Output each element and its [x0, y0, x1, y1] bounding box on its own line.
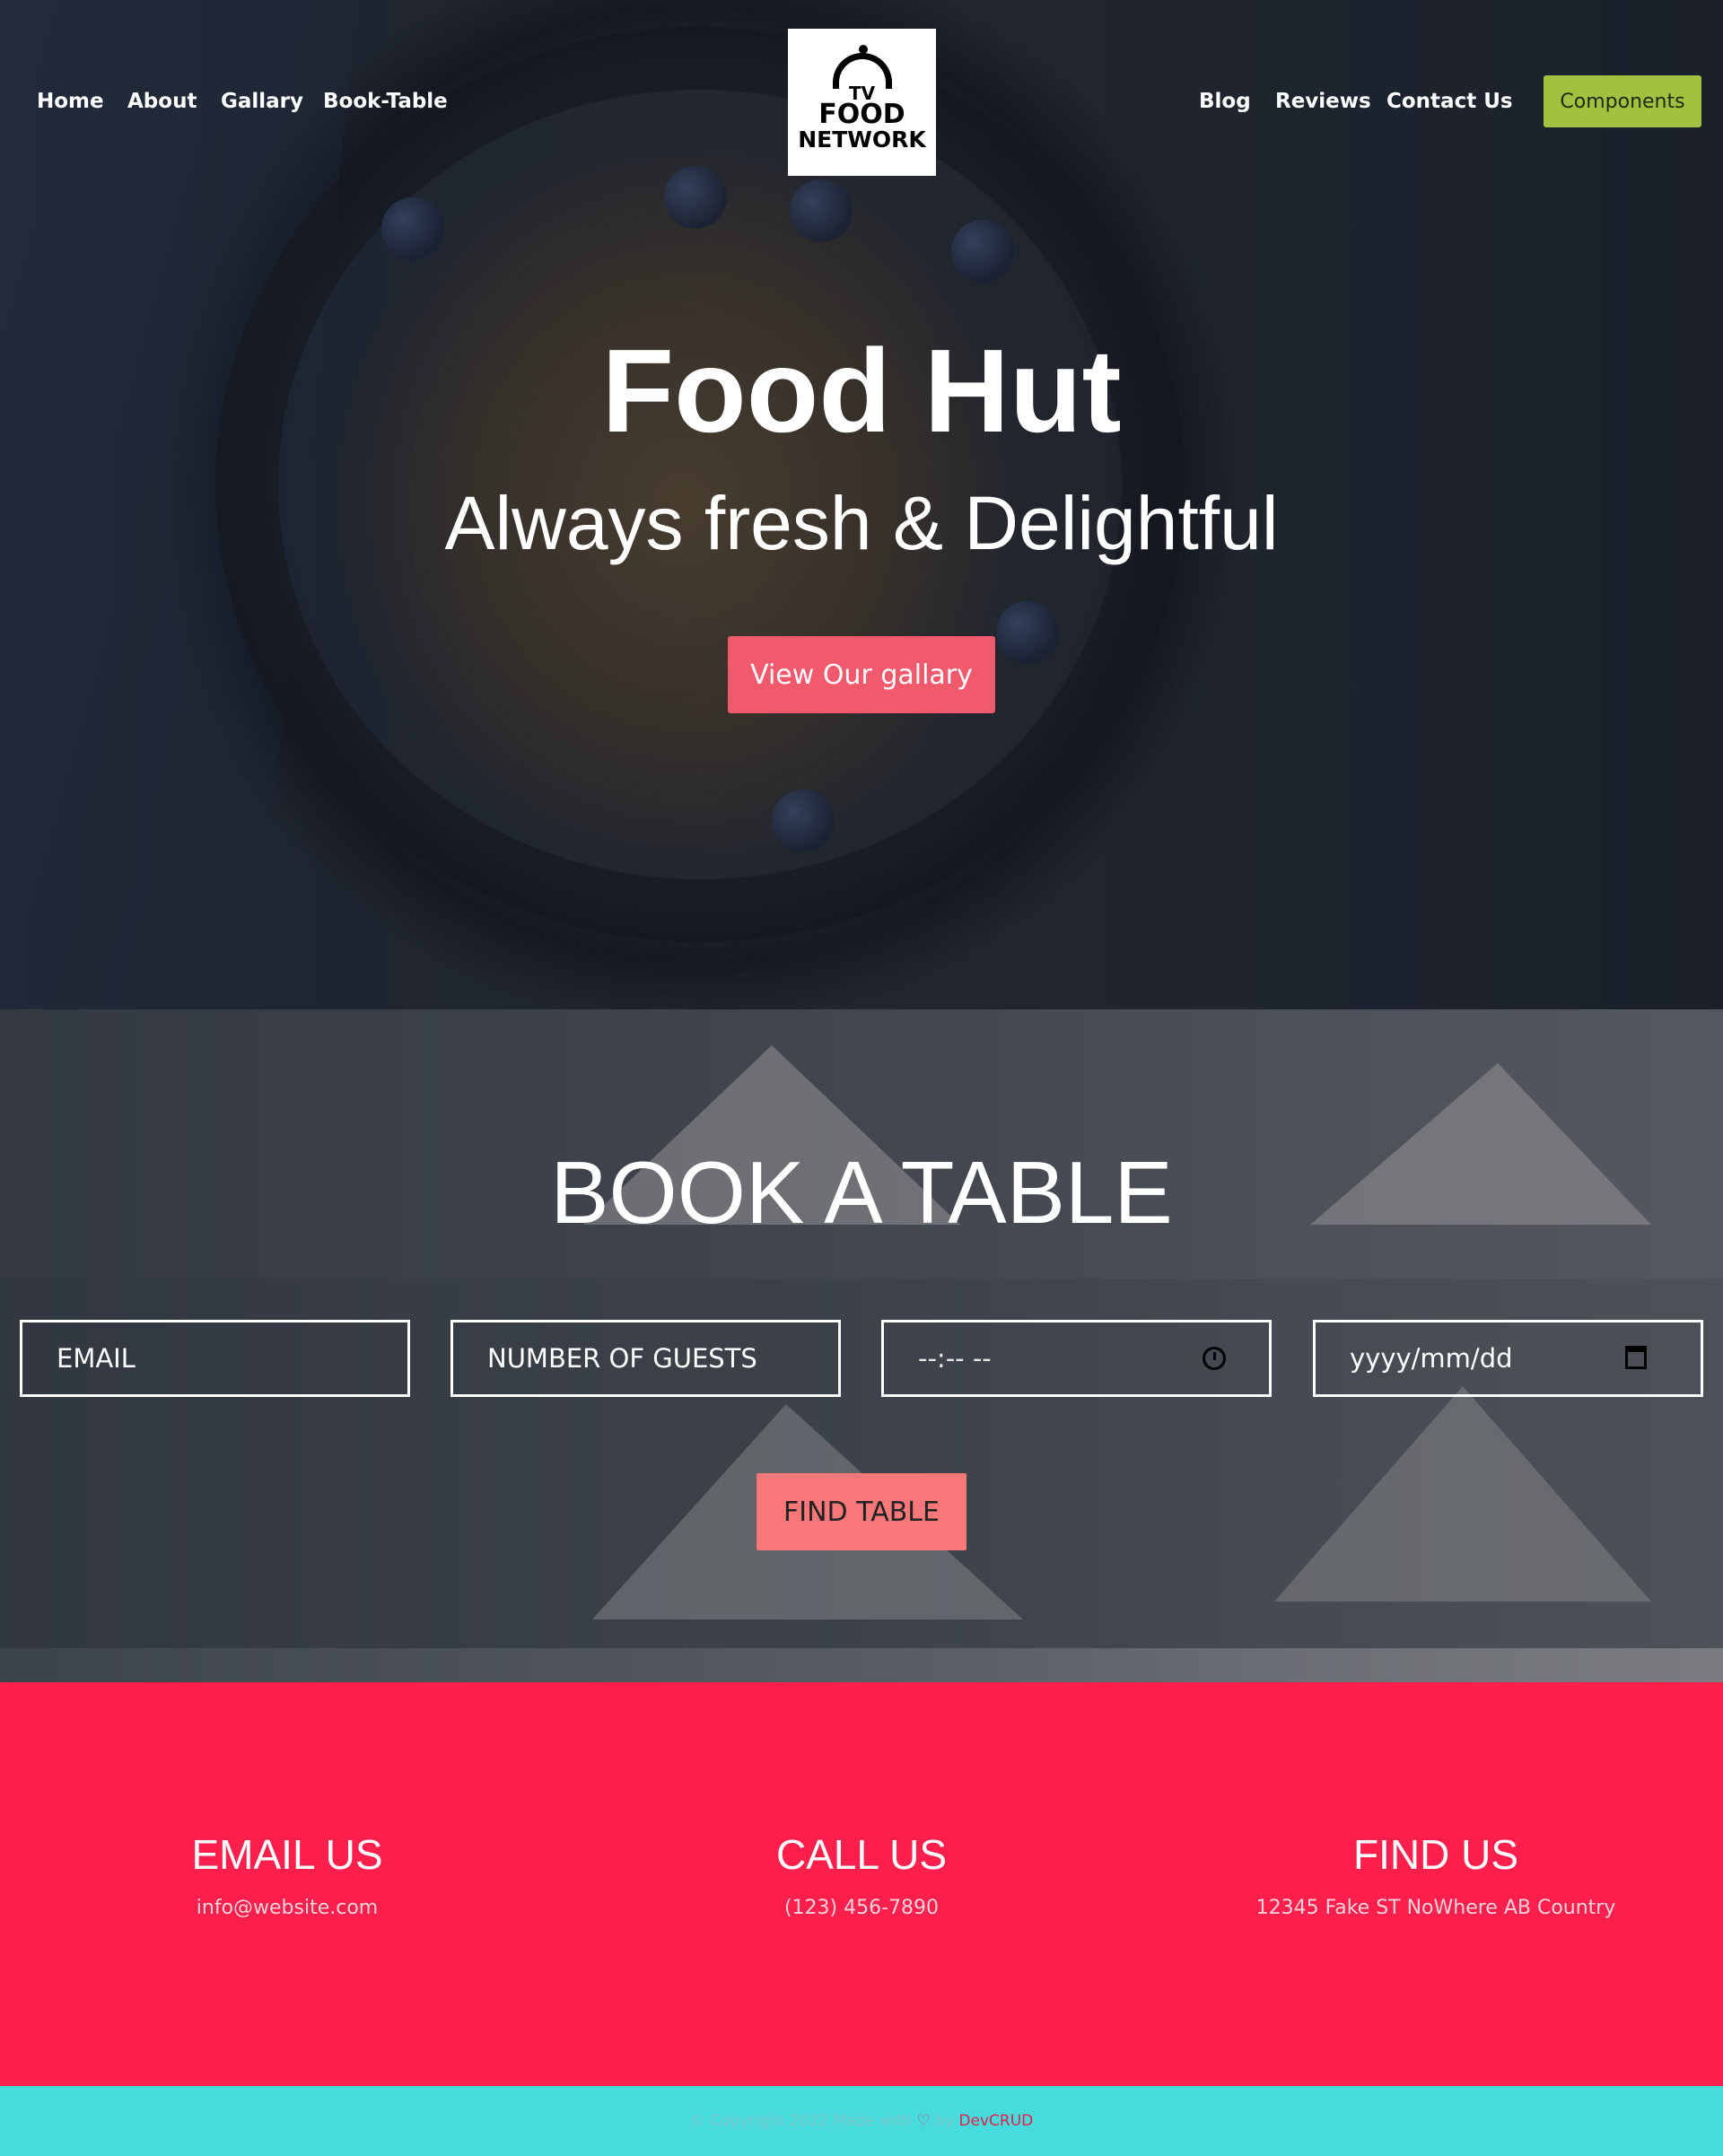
top-navigation: Home About Gallary Book-Table TV FOOD NE… — [0, 0, 1723, 206]
date-input[interactable]: yyyy/mm/dd — [1313, 1320, 1703, 1397]
cloche-icon — [832, 45, 892, 89]
berry-decoration — [996, 601, 1059, 664]
logo-line-2: FOOD — [818, 99, 905, 130]
nav-blog-link[interactable]: Blog — [1199, 90, 1251, 113]
find-us-column: FIND US 12345 Fake ST NoWhere AB Country — [1149, 1830, 1723, 1919]
components-button[interactable]: Components — [1544, 75, 1701, 127]
heart-icon: ♡ — [916, 2112, 931, 2130]
email-placeholder: EMAIL — [57, 1343, 136, 1374]
hero-title: Food Hut — [601, 325, 1122, 457]
footer-by: by — [935, 2112, 955, 2130]
berry-decoration — [772, 790, 835, 852]
email-input[interactable]: EMAIL — [20, 1320, 410, 1397]
call-us-value: (123) 456-7890 — [783, 1897, 940, 1919]
time-input[interactable]: --:-- -- — [881, 1320, 1272, 1397]
email-us-title: EMAIL US — [191, 1831, 383, 1878]
nav-home-link[interactable]: Home — [37, 90, 104, 113]
find-table-button[interactable]: FIND TABLE — [757, 1473, 966, 1550]
logo-line-3: NETWORK — [798, 127, 926, 153]
guests-placeholder: NUMBER OF GUESTS — [487, 1343, 757, 1374]
contact-section: EMAIL US info@website.com CALL US (123) … — [0, 1682, 1723, 2086]
nav-gallary-link[interactable]: Gallary — [221, 90, 303, 113]
calendar-icon[interactable] — [1625, 1346, 1647, 1369]
find-us-value: 12345 Fake ST NoWhere AB Country — [1255, 1897, 1616, 1919]
nav-about-link[interactable]: About — [127, 90, 197, 113]
guests-input[interactable]: NUMBER OF GUESTS — [450, 1320, 841, 1397]
clock-icon[interactable] — [1203, 1347, 1226, 1370]
devcrud-link[interactable]: DevCRUD — [958, 2112, 1033, 2130]
nav-reviews-link[interactable]: Reviews — [1275, 90, 1371, 113]
email-us-column: EMAIL US info@website.com — [0, 1830, 574, 1919]
email-us-value: info@website.com — [196, 1897, 379, 1919]
food-network-logo[interactable]: TV FOOD NETWORK — [788, 29, 936, 176]
nav-contact-us-link[interactable]: Contact Us — [1386, 90, 1513, 113]
book-table-title: BOOK A TABLE — [550, 1143, 1173, 1242]
view-gallery-button[interactable]: View Our gallary — [728, 636, 995, 713]
call-us-title: CALL US — [775, 1831, 948, 1878]
find-us-title: FIND US — [1353, 1831, 1518, 1878]
time-value: --:-- -- — [918, 1343, 992, 1374]
nav-book-table-link[interactable]: Book-Table — [323, 90, 448, 113]
copyright-text: © Copyright 2022 Made with — [689, 2112, 913, 2130]
hero-subtitle: Always fresh & Delightful — [444, 481, 1279, 565]
berry-decoration — [951, 220, 1014, 283]
date-value: yyyy/mm/dd — [1350, 1343, 1513, 1374]
call-us-column: CALL US (123) 456-7890 — [574, 1830, 1149, 1919]
footer: © Copyright 2022 Made with ♡ by DevCRUD — [0, 2086, 1723, 2156]
berry-decoration — [381, 197, 444, 260]
